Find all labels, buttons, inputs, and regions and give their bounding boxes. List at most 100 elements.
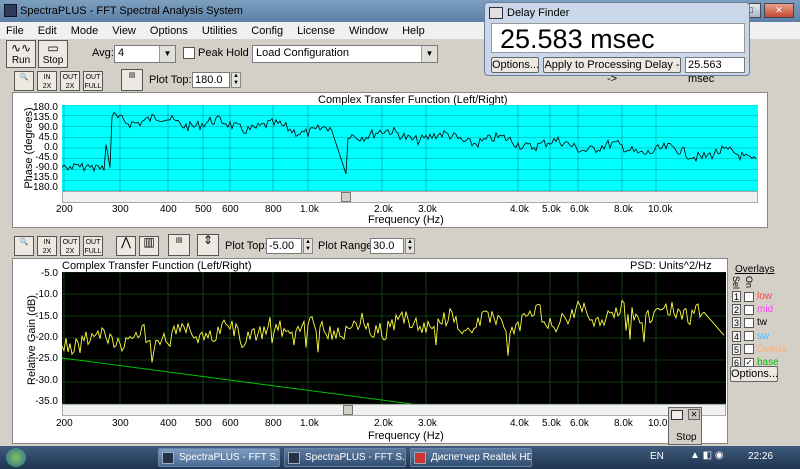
menu-file[interactable]: File xyxy=(6,25,24,39)
x-tick-label: 6.0k xyxy=(570,418,589,429)
mag-scroll-thumb[interactable] xyxy=(343,405,353,415)
overlay-on-checkbox[interactable] xyxy=(744,317,754,328)
overlay-label: sw xyxy=(757,330,770,342)
menu-window[interactable]: Window xyxy=(349,25,388,39)
tray-icons[interactable]: ▲ ◧ ◉ xyxy=(690,450,724,461)
y-tick-label: -180.0 xyxy=(29,182,58,193)
zoom-in-2x-button[interactable]: IN 2X xyxy=(37,71,57,91)
start-button[interactable] xyxy=(6,448,26,467)
overlay-on-checkbox[interactable] xyxy=(744,344,754,355)
zoom-out-full-button[interactable]: OUT FULL xyxy=(83,71,103,91)
x-tick-label: 800 xyxy=(265,204,282,215)
x-tick-label: 500 xyxy=(195,204,212,215)
zoom-icon[interactable]: 🔍 xyxy=(14,236,34,256)
language-indicator[interactable]: EN xyxy=(650,451,664,462)
mag-chart-title: Complex Transfer Function (Left/Right) xyxy=(62,260,252,272)
x-tick-label: 200 xyxy=(56,204,73,215)
stop-mini-window: ✕ Stop xyxy=(668,407,702,445)
menu-edit[interactable]: Edit xyxy=(38,25,57,39)
delay-options-button[interactable]: Options... xyxy=(491,57,539,73)
taskbar: SpectraPLUS - FFT S... SpectraPLUS - FFT… xyxy=(0,446,800,469)
phase-trace-svg xyxy=(62,105,758,191)
x-tick-label: 800 xyxy=(265,418,282,429)
avg-label: Avg: xyxy=(92,47,114,59)
menu-mode[interactable]: Mode xyxy=(71,25,99,39)
menu-view[interactable]: View xyxy=(112,25,136,39)
scale-range-icon[interactable]: ⇕ xyxy=(197,234,219,256)
mag-plot-top-field[interactable]: -5.00 xyxy=(266,238,302,254)
overlay-label: tw xyxy=(757,317,767,329)
menu-config[interactable]: Config xyxy=(251,25,283,39)
x-tick-label: 600 xyxy=(222,418,239,429)
app-icon xyxy=(4,4,17,17)
phase-plot-top-field[interactable]: 180.0 xyxy=(192,72,230,88)
zoom-out-2x-button[interactable]: OUT 2X xyxy=(60,71,80,91)
menu-utilities[interactable]: Utilities xyxy=(202,25,237,39)
display-settings-icon[interactable]: ▤ xyxy=(121,69,143,91)
overlay-row[interactable]: 3 tw xyxy=(732,316,767,329)
x-tick-label: 200 xyxy=(56,418,73,429)
menu-options[interactable]: Options xyxy=(150,25,188,39)
display-settings-icon[interactable]: ▤ xyxy=(168,234,190,256)
dropdown-arrow-icon: ▼ xyxy=(421,46,437,62)
menu-help[interactable]: Help xyxy=(402,25,425,39)
overlay-select-button[interactable]: 5 xyxy=(732,343,741,355)
avg-select[interactable]: 4 ▼ xyxy=(114,45,176,63)
mini-stop-button[interactable]: Stop xyxy=(676,432,697,443)
overlay-row[interactable]: 5 Overla xyxy=(732,343,786,356)
overlay-select-button[interactable]: 1 xyxy=(732,291,741,302)
y-tick-label: -15.0 xyxy=(35,310,58,322)
taskbar-clock: 22:26 xyxy=(748,451,774,462)
overlay-select-button[interactable]: 2 xyxy=(732,304,741,316)
overlays-title: Overlays xyxy=(735,264,775,275)
zoom-icon[interactable]: 🔍 xyxy=(14,71,34,91)
plot-range-field[interactable]: 30.0 xyxy=(370,238,404,254)
mini-close-icon[interactable]: ✕ xyxy=(688,409,700,420)
overlay-options-button[interactable]: Options... xyxy=(730,366,778,382)
dropdown-arrow-icon: ▼ xyxy=(159,46,175,62)
stop-button[interactable]: ▭ Stop xyxy=(38,40,68,68)
phase-scrollbar[interactable] xyxy=(62,191,758,203)
spectraplus-task-icon xyxy=(162,452,174,464)
task-spectraplus-2[interactable]: SpectraPLUS - FFT S... xyxy=(284,448,406,467)
phase-x-axis-label: Frequency (Hz) xyxy=(368,214,444,226)
magnitude-trace xyxy=(62,299,725,363)
overlay-label: low xyxy=(757,291,773,302)
y-tick-label: -10.0 xyxy=(35,289,58,301)
apply-processing-delay-button[interactable]: Apply to Processing Delay --> xyxy=(543,57,681,85)
base-overlay-trace xyxy=(62,357,413,404)
bar-graph-icon[interactable]: ▥ xyxy=(139,236,159,256)
zoom-in-2x-button[interactable]: IN 2X xyxy=(37,236,57,256)
task-realtek[interactable]: Диспетчер Realtek HD xyxy=(410,448,532,467)
overlay-on-checkbox[interactable] xyxy=(744,331,754,342)
mag-plot-top-spinner[interactable]: ▲ ▼ xyxy=(303,238,313,254)
close-button[interactable]: ✕ xyxy=(764,3,794,18)
overlay-row[interactable]: 1 low xyxy=(732,290,772,303)
menu-license[interactable]: License xyxy=(297,25,335,39)
phase-scroll-thumb[interactable] xyxy=(341,192,351,202)
x-tick-label: 8.0k xyxy=(614,418,633,429)
overlay-on-checkbox[interactable] xyxy=(744,304,754,315)
phase-plot-top-spinner[interactable]: ▲ ▼ xyxy=(231,72,241,88)
configuration-select[interactable]: Load Configuration ▼ xyxy=(252,45,438,63)
delay-finder-title: Delay Finder xyxy=(507,7,570,19)
x-tick-label: 1.0k xyxy=(300,204,319,215)
overlay-row[interactable]: 4 sw xyxy=(732,330,769,343)
overlay-on-checkbox[interactable] xyxy=(744,291,754,302)
task-spectraplus-1[interactable]: SpectraPLUS - FFT S... xyxy=(158,448,280,467)
psd-units-label: PSD: Units^2/Hz xyxy=(630,260,712,272)
overlay-row[interactable]: 2 mid xyxy=(732,303,773,316)
overlay-select-button[interactable]: 3 xyxy=(732,317,741,329)
zoom-out-2x-button[interactable]: OUT 2X xyxy=(60,236,80,256)
phase-plot-top-label: Plot Top: xyxy=(149,74,192,86)
peak-hold-checkbox[interactable] xyxy=(183,47,195,59)
applied-delay-field[interactable]: 25.563 msec xyxy=(685,57,745,85)
overlay-select-button[interactable]: 4 xyxy=(732,330,741,342)
line-graph-icon[interactable]: ⋀ xyxy=(116,236,136,256)
x-tick-label: 600 xyxy=(222,204,239,215)
mag-scrollbar[interactable] xyxy=(62,404,726,416)
run-button[interactable]: ∿∿ Run xyxy=(6,40,36,68)
x-tick-label: 4.0k xyxy=(510,204,529,215)
plot-range-spinner[interactable]: ▲ ▼ xyxy=(405,238,415,254)
zoom-out-full-button[interactable]: OUT FULL xyxy=(83,236,103,256)
